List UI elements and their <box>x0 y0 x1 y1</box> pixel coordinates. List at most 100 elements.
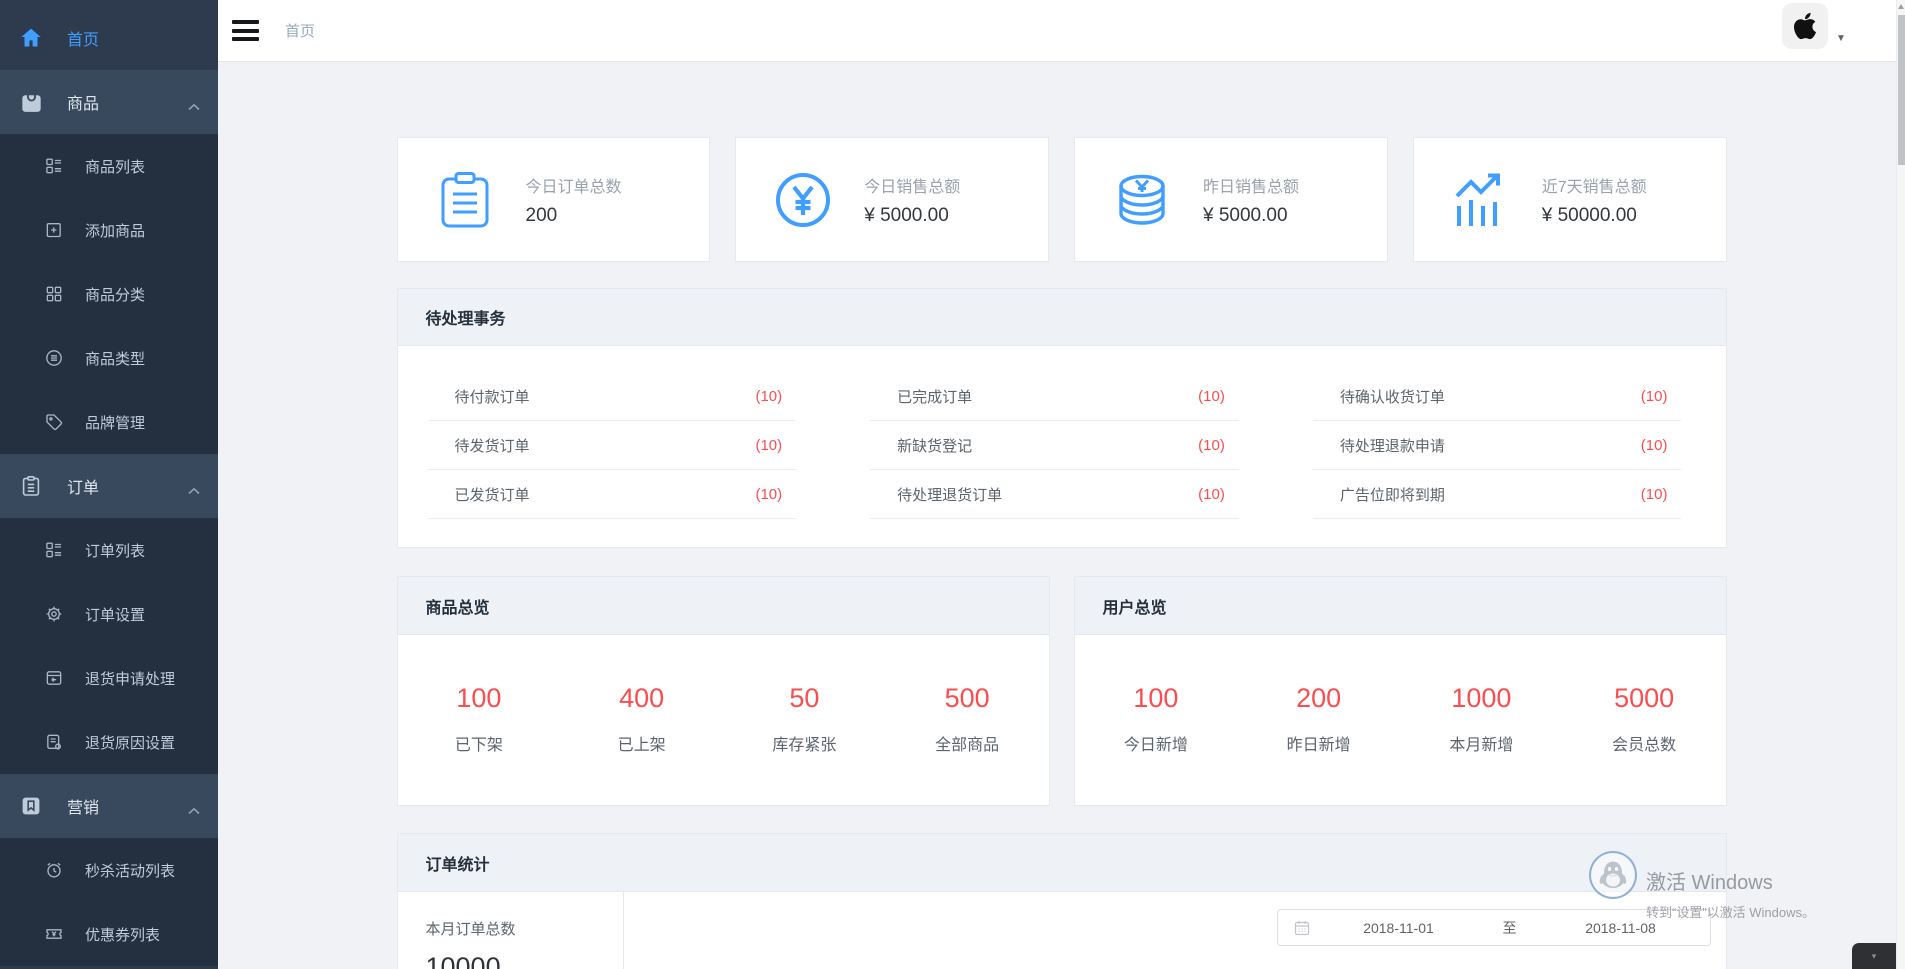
todo-item[interactable]: 待发货订单(10) <box>428 421 797 470</box>
overview-stat: 200 昨日新增 <box>1237 683 1400 755</box>
sidebar-item-return-reason[interactable]: 退货原因设置 <box>0 710 218 774</box>
todo-item[interactable]: 待处理退货订单(10) <box>870 470 1239 519</box>
alarm-clock-icon <box>43 860 64 881</box>
sidebar-item-label: 优惠券列表 <box>85 924 160 945</box>
list-icon <box>43 156 64 177</box>
product-submenu: 商品列表 添加商品 商品分类 商品类型 品牌管理 <box>0 134 218 454</box>
overview-stat: 1000本月新增 <box>1400 683 1563 755</box>
add-square-icon <box>43 220 64 241</box>
scrollbar[interactable] <box>1896 0 1905 969</box>
sidebar-item-label: 退货原因设置 <box>85 732 175 753</box>
overview-stat-label: 已下架 <box>398 731 561 755</box>
todo-item-count: (10) <box>1198 437 1225 454</box>
qq-penguin-icon[interactable] <box>1589 851 1637 899</box>
overview-stat-value: 200 <box>1237 683 1400 714</box>
sidebar-item-return-apply[interactable]: 退货申请处理 <box>0 646 218 710</box>
date-end-input[interactable]: 2018-11-08 <box>1532 920 1710 936</box>
order-submenu: 订单列表 订单设置 退货申请处理 退货原因设置 <box>0 518 218 774</box>
todo-item[interactable]: 待处理退款申请(10) <box>1313 421 1682 470</box>
order-metric-value: 10000 <box>426 952 623 969</box>
sidebar-item-home[interactable]: 首页 <box>0 6 218 70</box>
stat-card-value: ¥ 5000.00 <box>864 205 960 227</box>
todo-item-label: 广告位即将到期 <box>1340 484 1445 505</box>
sidebar-item-order-list[interactable]: 订单列表 <box>0 518 218 582</box>
overview-stat-value: 500 <box>886 683 1049 714</box>
overview-row: 商品总览 100 已下架 400已上架 50库存紧张 500 全部商品 用户总览 1… <box>397 576 1727 806</box>
todo-item[interactable]: 新缺货登记 (10) <box>870 421 1239 470</box>
coupon-ticket-icon <box>43 924 64 945</box>
stat-card-value: ¥ 5000.00 <box>1203 205 1299 227</box>
sidebar-item-product[interactable]: 商品 <box>0 70 218 134</box>
coins-icon <box>1113 171 1171 229</box>
overview-stat-label: 本月新增 <box>1400 731 1563 755</box>
todo-item[interactable]: 待确认收货订单(10) <box>1313 372 1682 421</box>
todo-item-label: 新缺货登记 <box>897 435 972 456</box>
todo-item-count: (10) <box>1198 486 1225 503</box>
order-metric: 本月订单总数 10000 <box>398 892 624 969</box>
todo-item[interactable]: 广告位即将到期(10) <box>1313 470 1682 519</box>
todo-item-count: (10) <box>755 486 782 503</box>
todo-item[interactable]: 已完成订单(10) <box>870 372 1239 421</box>
sidebar-item-label: 商品 <box>67 90 99 114</box>
clipboard-icon <box>436 171 494 229</box>
sidebar-item-product-list[interactable]: 商品列表 <box>0 134 218 198</box>
date-start-input[interactable]: 2018-11-01 <box>1310 920 1488 936</box>
date-range-picker[interactable]: 2018-11-01 至 2018-11-08 <box>1277 909 1711 946</box>
overview-stat-label: 全部商品 <box>886 731 1049 755</box>
sidebar-item-flash-sale[interactable]: 秒杀活动列表 <box>0 838 218 902</box>
sidebar-item-product-add[interactable]: 添加商品 <box>0 198 218 262</box>
overview-stat: 400已上架 <box>560 683 723 755</box>
order-stats-title: 订单统计 <box>398 834 1726 892</box>
stat-card-value: 200 <box>526 205 622 227</box>
return-box-icon <box>43 668 64 689</box>
sidebar-item-label: 商品类型 <box>85 348 145 369</box>
clipboard-gear-icon <box>43 732 64 753</box>
sidebar-item-order[interactable]: 订单 <box>0 454 218 518</box>
todo-item-label: 待确认收货订单 <box>1340 386 1445 407</box>
chevron-up-icon <box>188 482 200 500</box>
sidebar-item-label: 订单列表 <box>85 540 145 561</box>
sidebar-item-label: 品牌管理 <box>85 412 145 433</box>
sidebar-item-label: 退货申请处理 <box>85 668 175 689</box>
breadcrumb[interactable]: 首页 <box>285 20 315 41</box>
order-clipboard-icon <box>18 473 44 499</box>
corner-widget[interactable]: ▾ <box>1852 943 1896 969</box>
product-overview-title: 商品总览 <box>398 577 1049 635</box>
scroll-up-arrow-icon[interactable] <box>1898 4 1904 9</box>
todo-item[interactable]: 已发货订单 (10) <box>428 470 797 519</box>
sidebar: 首页 商品 商品列表 添加商品 商品分类 <box>0 0 218 969</box>
sidebar-item-label: 营销 <box>67 794 99 818</box>
date-separator: 至 <box>1488 918 1532 938</box>
list-icon <box>43 540 64 561</box>
todo-item-count: (10) <box>1198 388 1225 405</box>
todo-item-label: 已发货订单 <box>455 484 530 505</box>
todo-item[interactable]: 待付款订单(10) <box>428 372 797 421</box>
hamburger-menu-icon[interactable] <box>232 20 259 41</box>
sidebar-item-order-setting[interactable]: 订单设置 <box>0 582 218 646</box>
caret-down-icon[interactable]: ▼ <box>1836 33 1846 44</box>
user-overview-title: 用户总览 <box>1075 577 1726 635</box>
overview-stat-label: 今日新增 <box>1075 731 1238 755</box>
overview-stat-value: 100 <box>1075 683 1238 714</box>
overview-stat-label: 会员总数 <box>1563 731 1726 755</box>
overview-stat-label: 昨日新增 <box>1237 731 1400 755</box>
sidebar-item-label: 商品分类 <box>85 284 145 305</box>
todo-panel-title: 待处理事务 <box>398 289 1726 346</box>
todo-item-count: (10) <box>755 388 782 405</box>
home-icon <box>18 25 44 51</box>
calendar-icon <box>1294 920 1310 936</box>
sidebar-item-product-category[interactable]: 商品分类 <box>0 262 218 326</box>
avatar[interactable] <box>1782 3 1828 49</box>
stat-card-label: 近7天销售总额 <box>1542 173 1647 197</box>
sidebar-item-coupon-list[interactable]: 优惠券列表 <box>0 902 218 966</box>
sidebar-item-marketing[interactable]: 营销 <box>0 774 218 838</box>
overview-stat-label: 库存紧张 <box>723 731 886 755</box>
overview-stat-value: 100 <box>398 683 561 714</box>
sidebar-item-brand[interactable]: 品牌管理 <box>0 390 218 454</box>
overview-stat: 100 已下架 <box>398 683 561 755</box>
overview-stat: 50库存紧张 <box>723 683 886 755</box>
scrollbar-thumb[interactable] <box>1898 15 1905 165</box>
sidebar-item-product-type[interactable]: 商品类型 <box>0 326 218 390</box>
sidebar-item-label: 订单设置 <box>85 604 145 625</box>
todo-item-label: 待发货订单 <box>455 435 530 456</box>
